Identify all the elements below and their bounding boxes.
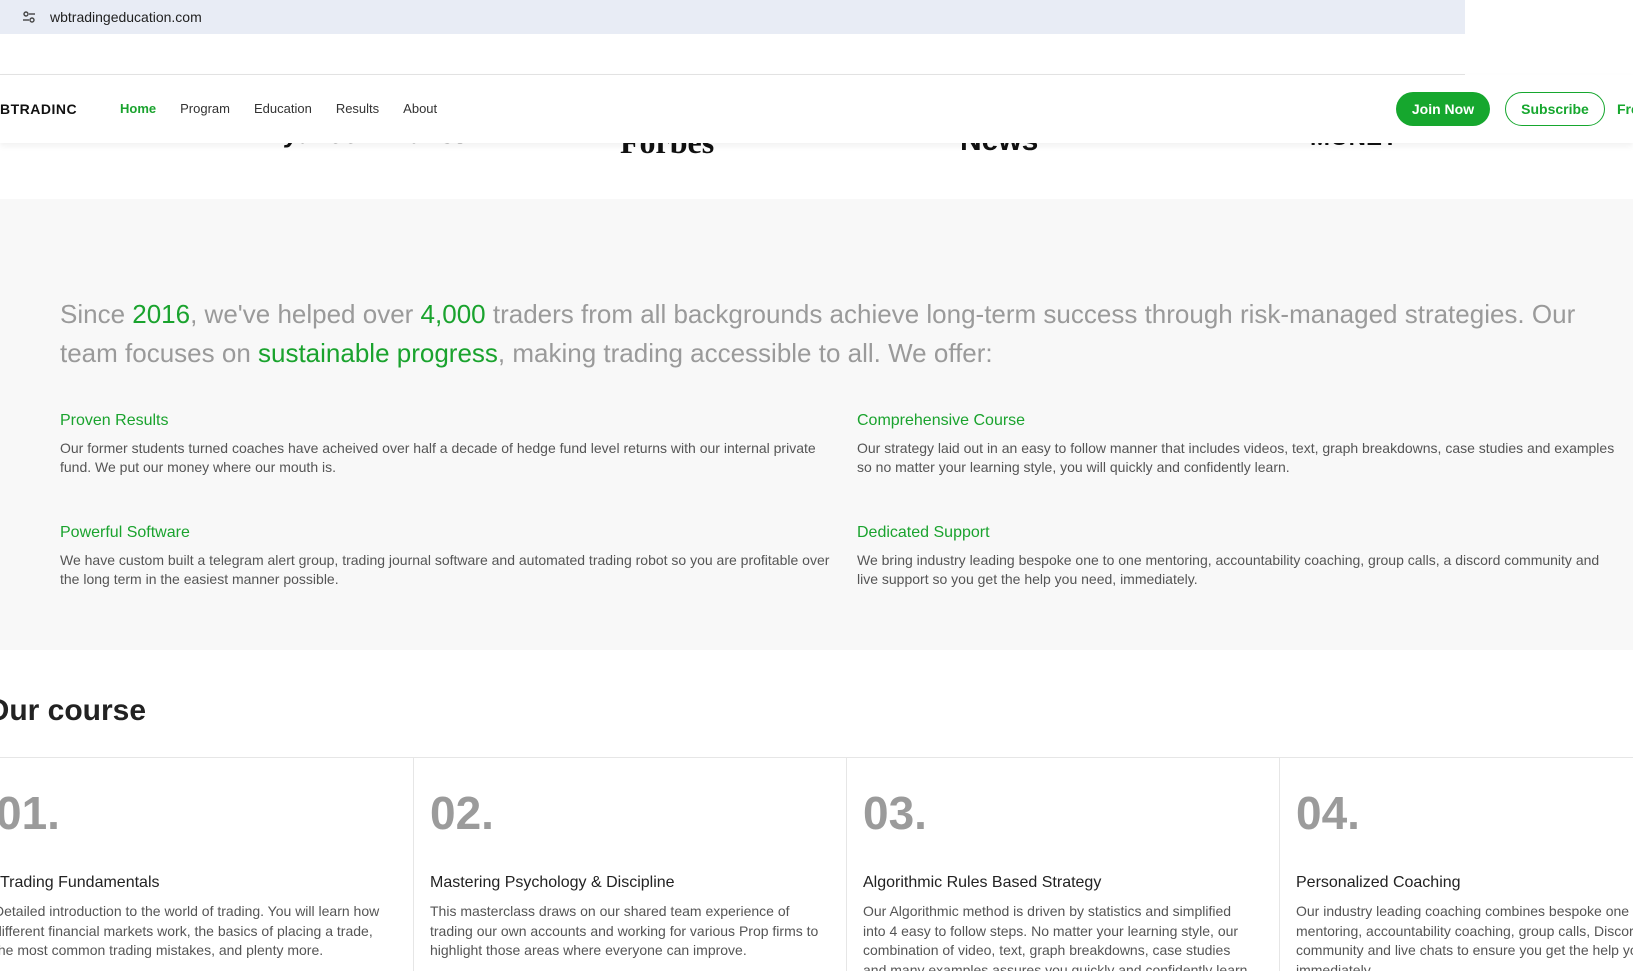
course-card-title: Trading Fundamentals [0, 874, 160, 891]
course-card-4[interactable]: 04. Personalized Coaching Our industry l… [1280, 758, 1633, 971]
course-card-3[interactable]: 03. Algorithmic Rules Based Strategy Our… [847, 758, 1280, 971]
feature-title: Dedicated Support [857, 524, 990, 541]
top-spacer [0, 34, 1633, 74]
feature-dedicated-support: Dedicated Support We bring industry lead… [857, 524, 1617, 589]
intro-count: 4,000 [420, 299, 486, 329]
site-logo[interactable]: BTRADINC [0, 101, 77, 117]
feature-text: We bring industry leading bespoke one to… [857, 552, 1600, 587]
nav-program[interactable]: Program [180, 101, 230, 116]
course-card-number: 03. [863, 787, 927, 839]
course-card-number: 04. [1296, 787, 1360, 839]
join-now-button[interactable]: Join Now [1396, 92, 1490, 126]
course-card-number: 01. [0, 787, 60, 839]
site-settings-icon[interactable] [20, 8, 38, 26]
course-card-text: Our Algorithmic method is driven by stat… [863, 903, 1252, 971]
nav-about[interactable]: About [403, 101, 437, 116]
main-nav: Home Program Education Results About [120, 101, 461, 116]
feature-powerful-software: Powerful Software We have custom built a… [60, 524, 830, 589]
nav-education[interactable]: Education [254, 101, 312, 116]
feature-proven-results: Proven Results Our former students turne… [60, 412, 830, 477]
offer-section: Since 2016, we've helped over 4,000 trad… [0, 199, 1633, 650]
feature-title: Comprehensive Course [857, 412, 1026, 429]
course-card-text: Our industry leading coaching combines b… [1296, 903, 1633, 971]
nav-results[interactable]: Results [336, 101, 379, 116]
feature-comprehensive-course: Comprehensive Course Our strategy laid o… [857, 412, 1617, 477]
site-header: BTRADINC Home Program Education Results … [0, 75, 1633, 143]
nav-home[interactable]: Home [120, 101, 156, 116]
course-card-title: Personalized Coaching [1296, 874, 1461, 891]
course-card-text: Detailed introduction to the world of tr… [0, 903, 380, 958]
feature-text: We have custom built a telegram alert gr… [60, 552, 830, 587]
subscribe-button[interactable]: Subscribe [1505, 92, 1605, 126]
course-card-number: 02. [430, 787, 494, 839]
feature-title: Proven Results [60, 412, 169, 429]
intro-year: 2016 [132, 299, 191, 329]
intro-paragraph: Since 2016, we've helped over 4,000 trad… [60, 299, 1576, 368]
feature-title: Powerful Software [60, 524, 190, 541]
page: wbtradingeducation.com ‹ yahoo! finance … [0, 0, 1633, 971]
free-link[interactable]: Fre [1617, 101, 1633, 117]
course-card-2[interactable]: 02. Mastering Psychology & Discipline Th… [414, 758, 847, 971]
course-section-title: Our course [0, 694, 147, 727]
course-card-title: Algorithmic Rules Based Strategy [863, 874, 1102, 891]
url-text[interactable]: wbtradingeducation.com [50, 9, 202, 25]
feature-text: Our strategy laid out in an easy to foll… [857, 440, 1615, 475]
course-card-title: Mastering Psychology & Discipline [430, 874, 675, 891]
feature-text: Our former students turned coaches have … [60, 440, 816, 475]
browser-address-bar[interactable]: wbtradingeducation.com [0, 0, 1465, 34]
course-card-text: This masterclass draws on our shared tea… [430, 903, 819, 958]
intro-highlight: sustainable progress [258, 338, 498, 368]
course-card-1[interactable]: 01. Trading Fundamentals Detailed introd… [0, 758, 414, 971]
